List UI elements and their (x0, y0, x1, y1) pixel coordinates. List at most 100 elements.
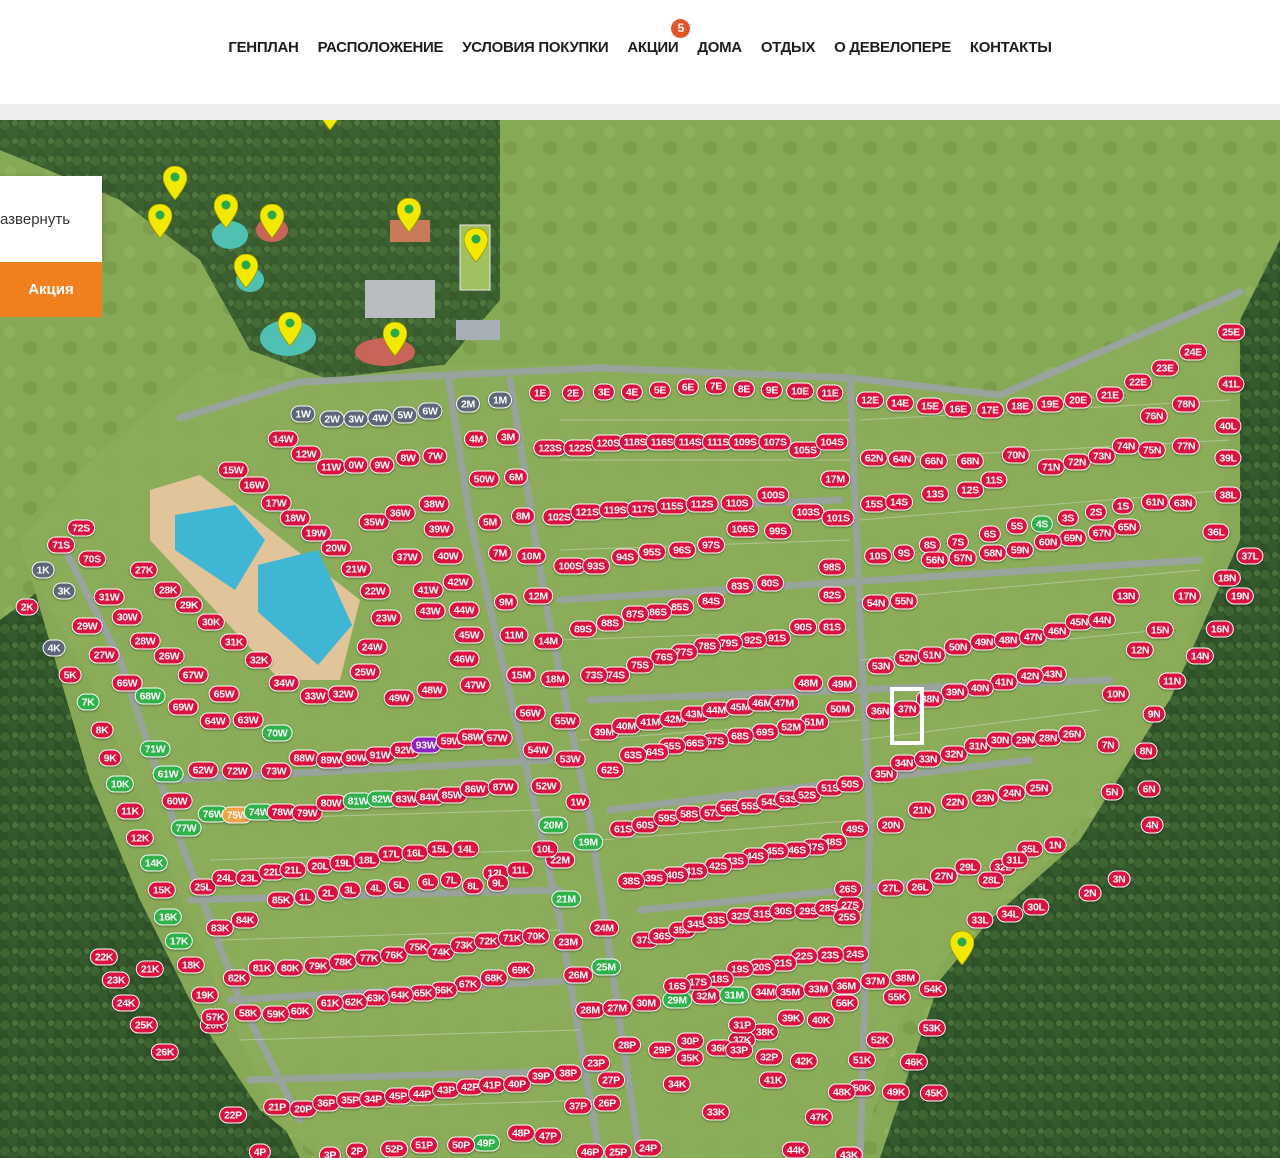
lot-marker[interactable]: 4E (620, 383, 644, 401)
lot-marker[interactable]: 67N (1087, 524, 1117, 542)
lot-marker[interactable]: 14N (1185, 647, 1215, 665)
lot-marker[interactable]: 11N (1158, 672, 1186, 690)
lot-marker[interactable]: 22P (219, 1106, 247, 1124)
lot-marker[interactable]: 26M (563, 966, 593, 984)
lot-marker[interactable]: 5E (648, 381, 672, 399)
lot-marker[interactable]: 107S (758, 433, 792, 451)
lot-marker[interactable]: 24N (997, 784, 1027, 802)
lot-marker[interactable]: 41N (989, 673, 1019, 691)
lot-marker[interactable]: 83S (726, 577, 754, 595)
lot-marker[interactable]: 1L (294, 888, 316, 906)
lot-marker[interactable]: 68K (479, 969, 509, 987)
lot-marker[interactable]: 45K (919, 1084, 949, 1102)
nav-purchase-terms[interactable]: УСЛОВИЯ ПОКУПКИ (462, 39, 608, 56)
lot-marker[interactable]: 84K (230, 911, 260, 929)
lot-marker[interactable]: 4P (248, 1143, 272, 1158)
nav-contacts[interactable]: КОНТАКТЫ (970, 39, 1052, 56)
lot-marker[interactable]: 70W (261, 724, 293, 742)
lot-marker[interactable]: 38S (617, 872, 645, 890)
lot-marker[interactable]: 19E (1036, 395, 1064, 413)
lot-marker[interactable]: 40L (1214, 417, 1242, 435)
lot-marker[interactable]: 56W (514, 704, 546, 722)
lot-marker[interactable]: 5M (478, 513, 502, 531)
lot-marker[interactable]: 10S (864, 547, 892, 565)
nav-location[interactable]: РАСПОЛОЖЕНИЕ (318, 39, 444, 56)
lot-marker[interactable]: 1M (488, 391, 512, 409)
lot-marker[interactable]: 11L (506, 861, 534, 879)
lot-marker[interactable]: 2L (317, 884, 339, 902)
lot-marker[interactable]: 75S (626, 656, 654, 674)
lot-marker[interactable]: 98S (818, 558, 846, 576)
location-pin-icon[interactable] (950, 931, 974, 965)
lot-marker[interactable]: 7E (704, 377, 728, 395)
location-pin-icon[interactable] (234, 254, 258, 288)
lot-marker[interactable]: 32K (244, 651, 274, 669)
lot-marker[interactable]: 7L (440, 871, 462, 889)
location-pin-icon[interactable] (383, 322, 407, 356)
lot-marker[interactable]: 37M (860, 972, 890, 990)
lot-marker[interactable]: 61W (152, 765, 184, 783)
lot-marker[interactable]: 54N (861, 594, 891, 612)
lot-marker[interactable]: 28L (977, 871, 1005, 889)
lot-marker[interactable]: 55K (882, 988, 912, 1006)
lot-marker[interactable]: 44K (781, 1141, 811, 1158)
lot-marker[interactable]: 89S (569, 620, 597, 638)
lot-marker[interactable]: 45W (453, 626, 485, 644)
lot-marker[interactable]: 30K (196, 613, 226, 631)
lot-marker[interactable]: 8M (511, 507, 535, 525)
lot-marker[interactable]: 64N (887, 450, 917, 468)
promo-button[interactable]: Акция (0, 262, 102, 317)
lot-marker[interactable]: 15K (147, 881, 177, 899)
lot-marker[interactable]: 33L (966, 911, 994, 929)
lot-marker[interactable]: 48K (827, 1083, 857, 1101)
lot-marker[interactable]: 40K (806, 1011, 836, 1029)
lot-marker[interactable]: 33W (299, 687, 331, 705)
lot-marker[interactable]: 8W (395, 449, 421, 467)
lot-marker[interactable]: 50S (836, 775, 864, 793)
lot-marker[interactable]: 65N (1112, 518, 1142, 536)
lot-marker[interactable]: 22W (359, 582, 391, 600)
lot-marker[interactable]: 75N (1137, 441, 1167, 459)
lot-marker[interactable]: 69S (751, 723, 779, 741)
lot-marker[interactable]: 42W (442, 573, 474, 591)
lot-marker[interactable]: 16E (944, 400, 972, 418)
lot-marker[interactable]: 47W (459, 676, 491, 694)
lot-marker[interactable]: 3K (52, 582, 76, 600)
lot-marker[interactable]: 51K (847, 1051, 877, 1069)
lot-marker[interactable]: 25E (1217, 323, 1245, 341)
lot-marker[interactable]: 6N (1137, 780, 1161, 798)
lot-marker[interactable]: 9L (487, 874, 509, 892)
lot-marker[interactable]: 62N (859, 449, 889, 467)
lot-marker[interactable]: 19L (329, 854, 357, 872)
lot-marker[interactable]: 27N (929, 867, 959, 885)
lot-marker[interactable]: 41K (758, 1071, 788, 1089)
lot-marker[interactable]: 32P (755, 1048, 783, 1066)
lot-marker[interactable]: 49S (841, 820, 869, 838)
lot-marker[interactable]: 49P (472, 1134, 500, 1152)
lot-marker[interactable]: 10N (1101, 685, 1131, 703)
lot-marker[interactable]: 25M (591, 958, 621, 976)
lot-marker[interactable]: 54W (522, 741, 554, 759)
lot-marker[interactable]: 12K (125, 829, 155, 847)
lot-marker[interactable]: 22E (1124, 373, 1152, 391)
lot-marker[interactable]: 60W (161, 792, 193, 810)
lot-marker[interactable]: 34W (268, 674, 300, 692)
lot-marker[interactable]: 82K (222, 969, 252, 987)
lot-marker[interactable]: 9E (760, 381, 784, 399)
lot-marker[interactable]: 6L (417, 873, 439, 891)
lot-marker[interactable]: 14L (452, 840, 480, 858)
lot-marker[interactable]: 54K (918, 980, 948, 998)
lot-marker[interactable]: 5L (388, 876, 410, 894)
lot-marker[interactable]: 70N (1001, 446, 1031, 464)
lot-marker[interactable]: 31L (1001, 851, 1029, 869)
lot-marker[interactable]: 4L (365, 879, 387, 897)
lot-marker[interactable]: 44W (448, 601, 480, 619)
lot-marker[interactable]: 5K (58, 666, 82, 684)
lot-marker[interactable]: 38M (890, 969, 920, 987)
lot-marker[interactable]: 22K (89, 948, 119, 966)
lot-marker[interactable]: 24M (589, 919, 619, 937)
lot-marker[interactable]: 88S (596, 614, 624, 632)
lot-marker[interactable]: 2K (15, 598, 39, 616)
lot-marker[interactable]: 14K (139, 854, 169, 872)
lot-marker[interactable]: 53K (917, 1019, 947, 1037)
